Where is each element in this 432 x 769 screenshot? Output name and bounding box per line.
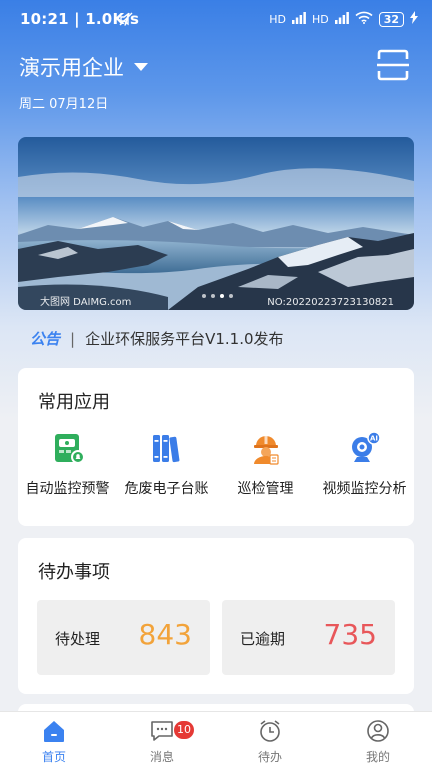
tab-todo[interactable]: 待办 [216, 712, 324, 769]
todo-pending-value: 843 [138, 618, 192, 651]
notice-bar[interactable]: 公告 | 企业环保服务平台V1.1.0发布 [30, 328, 284, 349]
common-apps-title: 常用应用 [38, 392, 110, 413]
ai-camera-icon: AI [351, 431, 381, 462]
scan-button[interactable] [376, 48, 410, 82]
message-icon [151, 721, 173, 741]
common-apps-card: 常用应用 自动监控预警 危废电子台账 巡检管理 AI 视频监控分析 [18, 368, 414, 526]
wifi-icon [355, 11, 373, 27]
app-label: 危废电子台账 [124, 481, 209, 497]
tab-label: 待办 [257, 750, 282, 764]
apps-grid: 自动监控预警 危废电子台账 巡检管理 AI 视频监控分析 [18, 430, 414, 498]
mute-icon [118, 11, 134, 31]
banner-watermark-right: NO:20220223723130821 [267, 297, 394, 308]
tab-profile[interactable]: 我的 [324, 712, 432, 769]
monitor-alarm-icon [54, 434, 85, 464]
carousel-dot[interactable] [220, 294, 224, 298]
svg-text:AI: AI [369, 435, 377, 443]
tab-label: 消息 [149, 750, 174, 764]
home-icon [44, 721, 64, 742]
banner-watermark-left: 大图网 DAIMG.com [40, 297, 132, 308]
mountain-lake-image [18, 137, 414, 310]
status-bar: 10:21 | 1.0K/s HD HD 32 [0, 0, 432, 40]
carousel-dot[interactable] [202, 294, 206, 298]
charging-icon [410, 11, 418, 27]
clock-icon [260, 720, 280, 742]
notice-tag: 公告 [30, 330, 61, 348]
todo-overdue-label: 已逾期 [240, 630, 286, 648]
app-label: 视频监控分析 [322, 481, 407, 497]
signal-label-2: HD [311, 12, 329, 26]
caret-down-icon [134, 63, 148, 71]
carousel-dot[interactable] [229, 294, 233, 298]
app-auto-monitor[interactable]: 自动监控预警 [18, 430, 117, 498]
carousel-dot[interactable] [211, 294, 215, 298]
ledger-books-icon [152, 435, 179, 463]
battery-indicator: 32 [378, 11, 404, 27]
tab-label: 首页 [41, 750, 66, 764]
user-icon [367, 720, 389, 742]
app-hazardous-ledger[interactable]: 危废电子台账 [117, 430, 216, 498]
app-label: 自动监控预警 [25, 481, 110, 497]
signal-label-1: HD [269, 12, 286, 26]
company-selector[interactable]: 演示用企业 [19, 52, 148, 82]
todo-pending-label: 待处理 [55, 630, 101, 648]
banner-carousel[interactable]: 大图网 DAIMG.com NO:20220223723130821 [18, 137, 414, 310]
header-date: 周二 07月12日 [19, 97, 109, 112]
tab-label: 我的 [365, 750, 390, 764]
app-label: 巡检管理 [237, 481, 294, 497]
app-video-analysis[interactable]: AI 视频监控分析 [315, 430, 414, 498]
bottom-tab-bar: 首页 消息 10 待办 我的 [0, 711, 432, 769]
signal-icon-2 [334, 11, 349, 27]
todo-title: 待办事项 [38, 562, 110, 583]
todo-overdue-box[interactable]: 已逾期 735 [222, 600, 395, 675]
tab-home[interactable]: 首页 [0, 712, 108, 769]
todo-pending-box[interactable]: 待处理 843 [37, 600, 210, 675]
todo-overdue-value: 735 [323, 618, 377, 651]
notice-text: 企业环保服务平台V1.1.0发布 [85, 330, 284, 348]
company-name: 演示用企业 [19, 56, 124, 80]
tab-messages[interactable]: 消息 10 [108, 712, 216, 769]
message-badge: 10 [174, 721, 194, 739]
todo-card: 待办事项 待处理 843 已逾期 735 [18, 538, 414, 694]
scan-icon [377, 49, 409, 81]
signal-icon [291, 11, 306, 27]
status-right: HD HD 32 [269, 11, 418, 27]
notice-divider: | [70, 329, 76, 348]
inspector-helmet-icon [253, 436, 279, 465]
carousel-dots [202, 294, 233, 298]
app-inspection[interactable]: 巡检管理 [216, 430, 315, 498]
